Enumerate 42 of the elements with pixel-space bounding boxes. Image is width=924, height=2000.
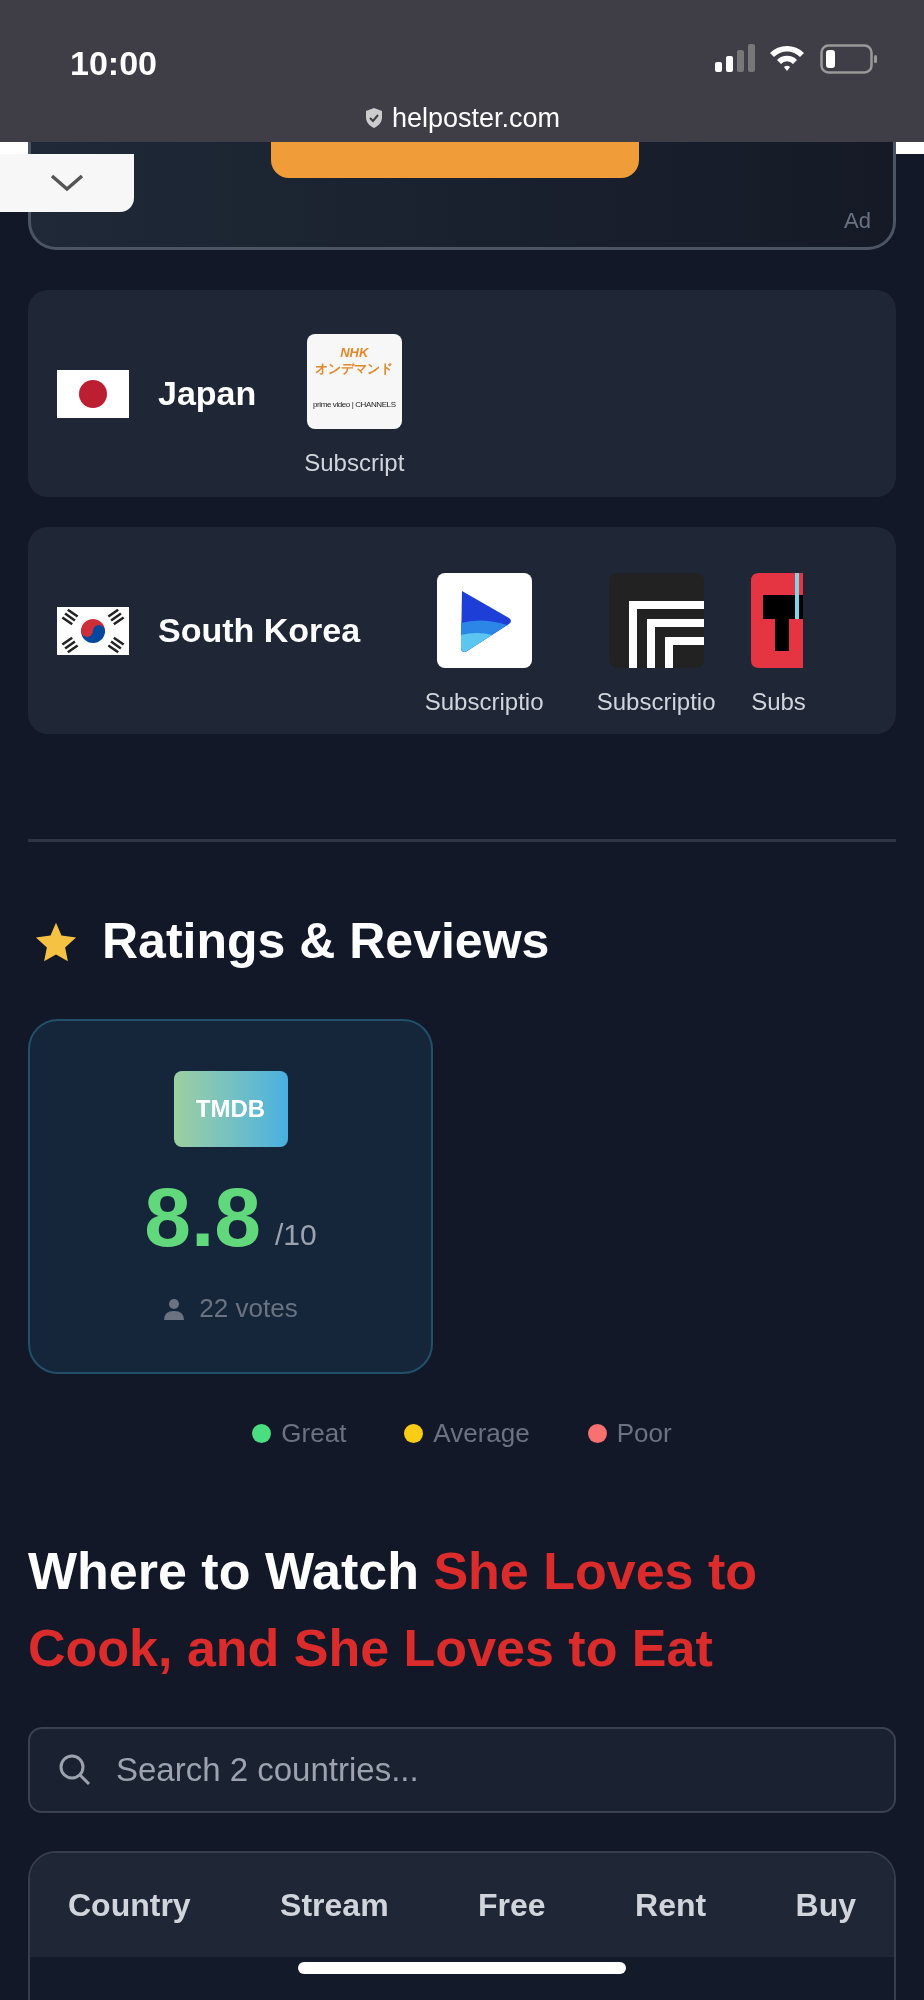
chevron-down-icon [49, 173, 85, 193]
search-input[interactable]: Search 2 countries... [116, 1745, 866, 1795]
clock-time: 10:00 [70, 43, 157, 84]
source-badge: TMDB [173, 1071, 288, 1147]
country-name: Japan [158, 373, 257, 414]
column-header[interactable]: Free [478, 1881, 546, 1929]
play-logo-icon[interactable] [436, 573, 532, 668]
section-heading: Ratings & Reviews [102, 912, 550, 971]
rating-score: 8.8 [144, 1175, 262, 1259]
country-name: South Korea [158, 610, 361, 651]
votes-count: 22 votes [199, 1292, 298, 1325]
column-header[interactable]: Country [68, 1881, 191, 1929]
korea-flag-icon [57, 606, 129, 655]
legend-label: Average [433, 1417, 530, 1450]
section-heading: Where to Watch She Loves to Cook, and She Loves to Eat [28, 1541, 759, 1679]
ad-banner[interactable]: Ad [28, 142, 896, 250]
column-header[interactable]: Rent [635, 1881, 707, 1929]
provider-logo-icon[interactable] [751, 573, 804, 668]
url-text[interactable]: helposter.com [391, 98, 561, 139]
signal-icon [715, 44, 757, 72]
logo-text: オンデマンド [315, 362, 394, 375]
collapse-menu[interactable] [0, 154, 134, 212]
ad-label: Ad [844, 207, 871, 235]
logo-text: prime video | CHANNELS [312, 401, 396, 409]
provider-logo-icon[interactable] [608, 573, 704, 668]
shield-icon [363, 107, 384, 130]
person-icon [163, 1297, 186, 1320]
provider-label: Subscriptio [424, 687, 544, 717]
logo-text: NHK [340, 346, 369, 359]
search-box[interactable]: Search 2 countries... [28, 1727, 896, 1813]
japan-flag-icon [57, 369, 129, 418]
column-header[interactable]: Stream [280, 1881, 389, 1929]
battery-icon [820, 44, 878, 74]
search-icon [58, 1753, 92, 1787]
provider-logo[interactable]: NHK オンデマンド prime video | CHANNELS [306, 334, 402, 429]
legend-label: Poor [616, 1417, 672, 1450]
legend-label: Great [281, 1417, 347, 1450]
provider-label: Subscriptio [596, 687, 716, 717]
provider-label: Subs [751, 687, 806, 717]
column-header[interactable]: Buy [795, 1881, 856, 1929]
provider-label: Subscript [304, 448, 405, 478]
rating-scale: /10 [275, 1217, 317, 1253]
